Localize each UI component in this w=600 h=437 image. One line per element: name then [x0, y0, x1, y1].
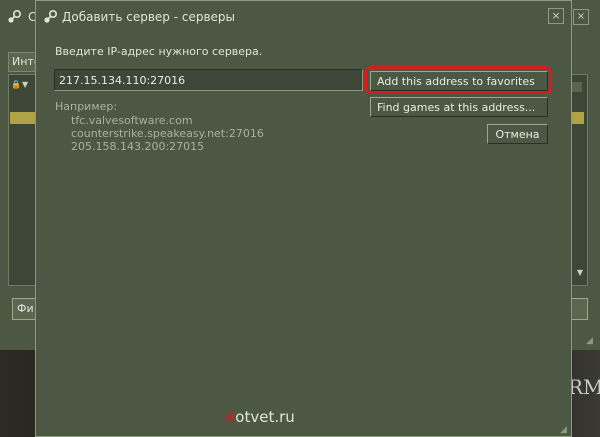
instruction-text: Введите IP-адрес нужного сервера. [55, 45, 263, 58]
watermark-rest: otvet.ru [235, 408, 295, 426]
watermark: Botvet.ru [225, 408, 295, 426]
resize-grip-icon[interactable]: ◢ [586, 336, 596, 346]
lock-icon[interactable]: 🔒 [11, 80, 21, 90]
watermark-first-letter: B [225, 408, 236, 426]
server-list-row-selected[interactable] [10, 112, 35, 124]
find-games-button[interactable]: Find games at this address... [370, 97, 548, 117]
cancel-button[interactable]: Отмена [487, 124, 548, 144]
server-list[interactable] [8, 74, 36, 286]
background-game-text: RM [568, 375, 600, 399]
example-item: 205.158.143.200:27015 [71, 140, 205, 153]
shield-icon[interactable]: ▼ [22, 80, 30, 90]
add-server-dialog: Добавить сервер - серверы × Введите IP-а… [35, 0, 572, 437]
server-list-row-selected-right[interactable] [570, 112, 584, 124]
close-icon[interactable]: × [573, 9, 589, 25]
example-item: tfc.valvesoftware.com [71, 114, 193, 127]
dialog-title: Добавить сервер - серверы [62, 10, 235, 24]
example-label: Например: [55, 100, 118, 113]
example-item: counterstrike.speakeasy.net:27016 [71, 127, 264, 140]
resize-grip-icon[interactable]: ◢ [560, 425, 570, 435]
steam-icon [44, 9, 58, 23]
steam-icon [8, 9, 22, 23]
close-icon[interactable]: × [548, 8, 564, 24]
scroll-down-arrow-icon[interactable]: ▼ [575, 268, 585, 278]
add-to-favorites-button[interactable]: Add this address to favorites [370, 71, 548, 91]
server-address-input[interactable] [54, 69, 363, 91]
